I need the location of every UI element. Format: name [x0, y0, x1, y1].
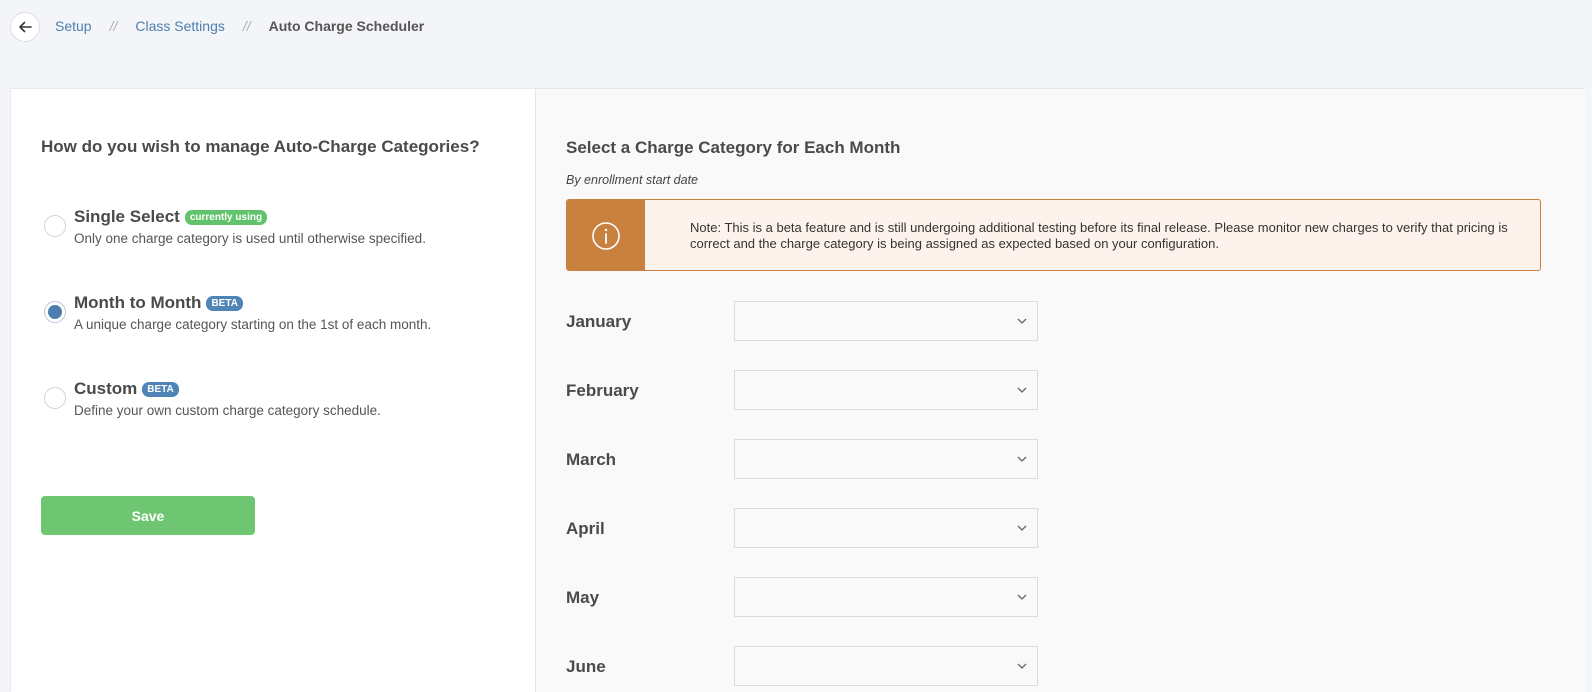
- arrow-left-icon: [19, 21, 32, 33]
- option-custom[interactable]: Custom BETA Define your own custom charg…: [41, 379, 511, 429]
- chevron-down-icon: [1017, 525, 1027, 531]
- month-row-april: April: [566, 508, 1046, 548]
- month-select-january[interactable]: [734, 301, 1038, 341]
- chevron-down-icon: [1017, 318, 1027, 324]
- month-select-march[interactable]: [734, 439, 1038, 479]
- month-label: April: [566, 519, 605, 538]
- option-description: Only one charge category is used until o…: [74, 231, 426, 246]
- month-row-may: May: [566, 577, 1046, 617]
- breadcrumb-current: Auto Charge Scheduler: [268, 18, 425, 34]
- month-label: June: [566, 657, 606, 676]
- alert-text: Note: This is a beta feature and is stil…: [690, 220, 1508, 251]
- schedule-title: Select a Charge Category for Each Month: [566, 138, 901, 157]
- month-select-june[interactable]: [734, 646, 1038, 686]
- beta-badge: BETA: [206, 295, 243, 311]
- month-row-june: June: [566, 646, 1046, 686]
- back-button[interactable]: [10, 12, 40, 42]
- month-row-february: February: [566, 370, 1046, 410]
- breadcrumb-separator: //: [242, 18, 251, 34]
- status-badge: currently using: [184, 209, 268, 225]
- option-title: Single Select: [74, 207, 180, 226]
- top-bar: Setup // Class Settings // Auto Charge S…: [0, 0, 1592, 54]
- info-icon: [592, 222, 620, 250]
- radio-single-select[interactable]: [44, 215, 66, 237]
- chevron-down-icon: [1017, 663, 1027, 669]
- option-title: Custom: [74, 379, 138, 398]
- month-select-april[interactable]: [734, 508, 1038, 548]
- radio-month-to-month[interactable]: [44, 301, 66, 323]
- month-row-march: March: [566, 439, 1046, 479]
- beta-badge: BETA: [142, 381, 179, 397]
- chevron-down-icon: [1017, 594, 1027, 600]
- month-label: March: [566, 450, 617, 469]
- chevron-down-icon: [1017, 387, 1027, 393]
- breadcrumb-separator: //: [109, 18, 118, 34]
- mode-question: How do you wish to manage Auto-Charge Ca…: [41, 137, 480, 156]
- schedule-subtitle: By enrollment start date: [566, 173, 699, 187]
- save-button[interactable]: Save: [41, 496, 255, 535]
- option-description: Define your own custom charge category s…: [74, 403, 381, 418]
- mode-panel: How do you wish to manage Auto-Charge Ca…: [11, 89, 536, 692]
- option-single-select[interactable]: Single Select currently using Only one c…: [41, 207, 511, 257]
- alert-icon-box: [567, 200, 645, 270]
- beta-warning-alert: Note: This is a beta feature and is stil…: [566, 199, 1541, 271]
- breadcrumb-class-settings[interactable]: Class Settings: [135, 18, 224, 34]
- month-label: May: [566, 588, 600, 607]
- chevron-down-icon: [1017, 456, 1027, 462]
- month-row-january: January: [566, 301, 1046, 341]
- month-schedule-panel: Select a Charge Category for Each Month …: [536, 89, 1585, 692]
- month-label: January: [566, 312, 632, 331]
- month-label: February: [566, 381, 639, 400]
- settings-card: How do you wish to manage Auto-Charge Ca…: [10, 88, 1585, 692]
- breadcrumb-setup[interactable]: Setup: [55, 18, 92, 34]
- option-title: Month to Month: [74, 293, 202, 312]
- month-select-may[interactable]: [734, 577, 1038, 617]
- breadcrumb: Setup // Class Settings // Auto Charge S…: [55, 18, 424, 34]
- radio-custom[interactable]: [44, 387, 66, 409]
- option-description: A unique charge category starting on the…: [74, 317, 432, 332]
- month-select-february[interactable]: [734, 370, 1038, 410]
- option-month-to-month[interactable]: Month to Month BETA A unique charge cate…: [41, 293, 511, 343]
